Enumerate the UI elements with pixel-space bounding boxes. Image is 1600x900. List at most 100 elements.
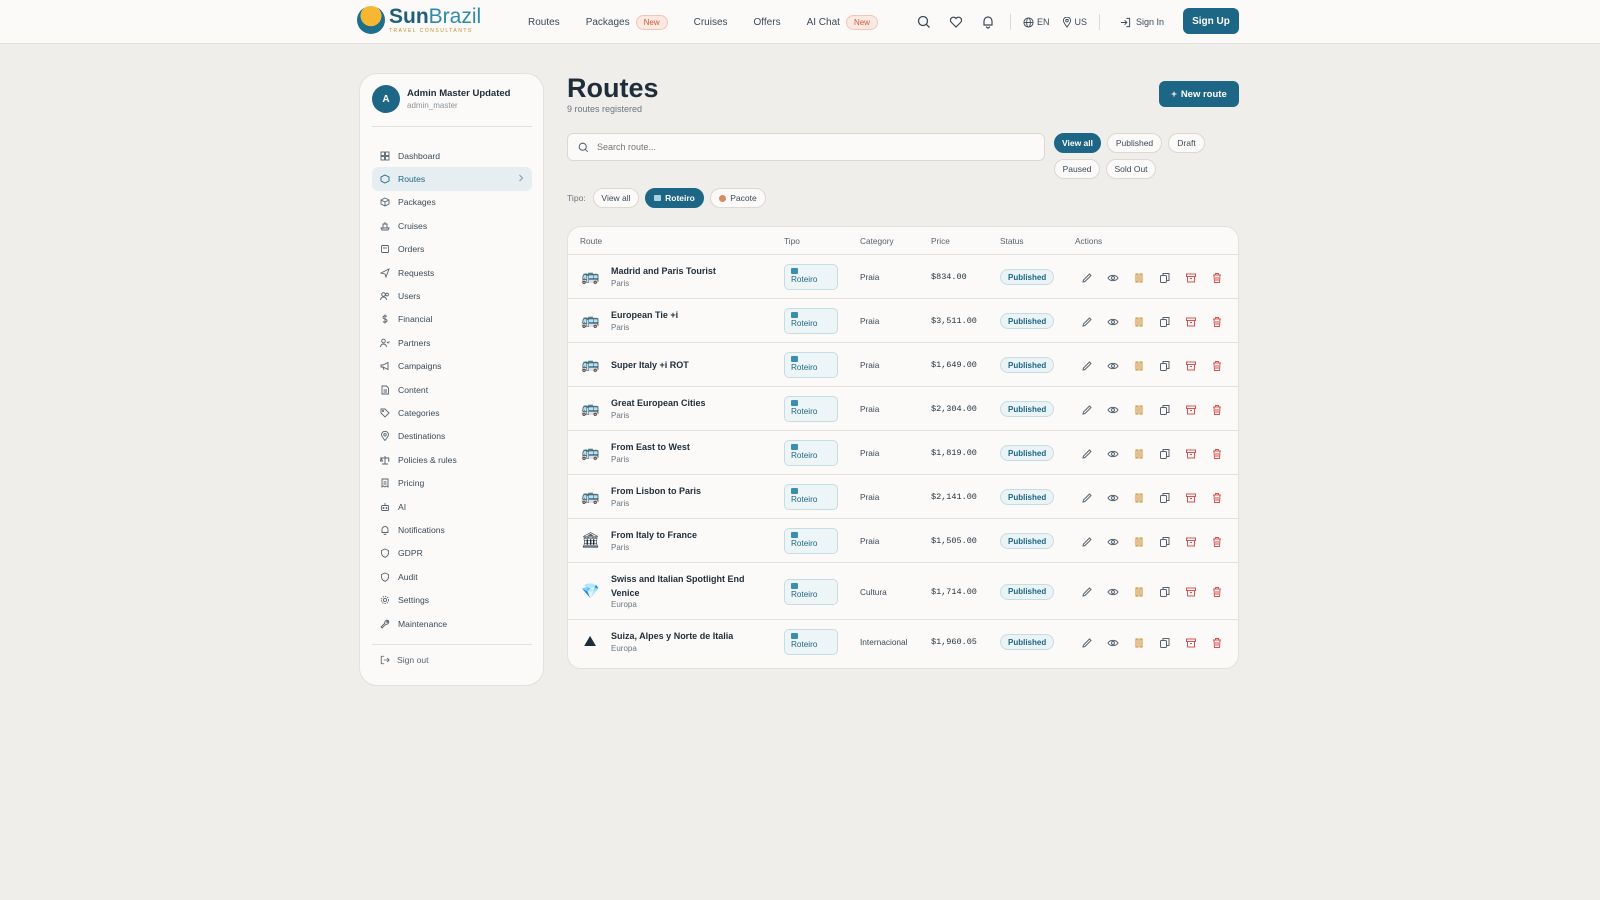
nav-cruises[interactable]: Cruises [694, 17, 728, 28]
archive-icon[interactable] [1184, 447, 1197, 460]
table-row[interactable]: 🚌 European Tie +i Paris Roteiro Praia $3,511.… [568, 299, 1238, 343]
archive-icon[interactable] [1184, 315, 1197, 328]
sidebar-item-dashboard[interactable]: Dashboard [372, 144, 532, 167]
table-row[interactable]: 💎 Swiss and Italian Spotlight End Venice E… [568, 563, 1238, 620]
pause-icon[interactable] [1132, 586, 1145, 599]
pause-icon[interactable] [1132, 315, 1145, 328]
route-name[interactable]: From Italy to France [611, 528, 751, 542]
delete-icon[interactable] [1210, 535, 1223, 548]
edit-icon[interactable] [1080, 447, 1093, 460]
pause-icon[interactable] [1132, 535, 1145, 548]
edit-icon[interactable] [1080, 403, 1093, 416]
sidebar-item-policies-rules[interactable]: Policies & rules [372, 448, 532, 471]
delete-icon[interactable] [1210, 271, 1223, 284]
duplicate-icon[interactable] [1158, 636, 1171, 649]
pause-icon[interactable] [1132, 491, 1145, 504]
sidebar-item-routes[interactable]: Routes [372, 167, 532, 191]
nav-offers[interactable]: Offers [754, 17, 781, 28]
sidebar-item-maintenance[interactable]: Maintenance [372, 612, 532, 635]
delete-icon[interactable] [1210, 403, 1223, 416]
pause-icon[interactable] [1132, 636, 1145, 649]
table-row[interactable]: 🏛 From Italy to France Paris Roteiro Praia $1… [568, 519, 1238, 563]
sidebar-item-cruises[interactable]: Cruises [372, 214, 532, 237]
pause-icon[interactable] [1132, 271, 1145, 284]
tipo-filter-view-all[interactable]: View all [593, 188, 639, 208]
duplicate-icon[interactable] [1158, 315, 1171, 328]
duplicate-icon[interactable] [1158, 535, 1171, 548]
delete-icon[interactable] [1210, 636, 1223, 649]
heart-icon[interactable] [940, 0, 972, 44]
view-icon[interactable] [1106, 586, 1119, 599]
route-name[interactable]: European Tie +i [611, 308, 751, 322]
view-icon[interactable] [1106, 491, 1119, 504]
table-row[interactable]: 🚌 Super Italy +i ROT Roteiro Praia $1,649.00… [568, 343, 1238, 387]
edit-icon[interactable] [1080, 586, 1093, 599]
sidebar-item-settings[interactable]: Settings [372, 588, 532, 611]
view-icon[interactable] [1106, 359, 1119, 372]
route-name[interactable]: Super Italy +i ROT [611, 358, 751, 372]
route-name[interactable]: Swiss and Italian Spotlight End Venice [611, 572, 751, 600]
sidebar-item-pricing[interactable]: Pricing [372, 471, 532, 494]
duplicate-icon[interactable] [1158, 271, 1171, 284]
archive-icon[interactable] [1184, 491, 1197, 504]
route-name[interactable]: Great European Cities [611, 396, 751, 410]
tipo-filter-roteiro[interactable]: Roteiro [645, 188, 704, 208]
sidebar-item-packages[interactable]: Packages [372, 191, 532, 214]
archive-icon[interactable] [1184, 636, 1197, 649]
pause-icon[interactable] [1132, 447, 1145, 460]
edit-icon[interactable] [1080, 535, 1093, 548]
edit-icon[interactable] [1080, 359, 1093, 372]
nav-ai-chat[interactable]: AI Chat New [807, 14, 878, 30]
region-selector[interactable]: US [1062, 16, 1087, 28]
view-icon[interactable] [1106, 271, 1119, 284]
sidebar-item-categories[interactable]: Categories [372, 401, 532, 424]
archive-icon[interactable] [1184, 535, 1197, 548]
edit-icon[interactable] [1080, 491, 1093, 504]
view-icon[interactable] [1106, 315, 1119, 328]
view-icon[interactable] [1106, 636, 1119, 649]
archive-icon[interactable] [1184, 403, 1197, 416]
sidebar-item-financial[interactable]: Financial [372, 308, 532, 331]
table-row[interactable]: 🚌 Madrid and Paris Tourist Paris Roteiro Pra… [568, 255, 1238, 299]
archive-icon[interactable] [1184, 271, 1197, 284]
new-route-button[interactable]: + New route [1159, 81, 1239, 107]
duplicate-icon[interactable] [1158, 586, 1171, 599]
edit-icon[interactable] [1080, 315, 1093, 328]
view-icon[interactable] [1106, 535, 1119, 548]
filter-draft[interactable]: Draft [1168, 133, 1205, 153]
signup-button[interactable]: Sign Up [1183, 8, 1239, 34]
tipo-filter-pacote[interactable]: Pacote [710, 188, 766, 208]
archive-icon[interactable] [1184, 586, 1197, 599]
table-row[interactable]: 🚌 Great European Cities Paris Roteiro Praia $… [568, 387, 1238, 431]
sidebar-item-destinations[interactable]: Destinations [372, 425, 532, 448]
route-name[interactable]: From East to West [611, 440, 751, 454]
sidebar-item-notifications[interactable]: Notifications [372, 518, 532, 541]
filter-paused[interactable]: Paused [1054, 159, 1100, 179]
sidebar-item-orders[interactable]: Orders [372, 238, 532, 261]
route-name[interactable]: Madrid and Paris Tourist [611, 264, 751, 278]
signout-button[interactable]: Sign out [380, 655, 429, 665]
duplicate-icon[interactable] [1158, 403, 1171, 416]
sidebar-item-content[interactable]: Content [372, 378, 532, 401]
filter-sold-out[interactable]: Sold Out [1106, 159, 1156, 179]
sidebar-item-users[interactable]: Users [372, 284, 532, 307]
filter-published[interactable]: Published [1107, 133, 1162, 153]
delete-icon[interactable] [1210, 315, 1223, 328]
sidebar-item-partners[interactable]: Partners [372, 331, 532, 354]
brand-logo[interactable]: SunBrazil TRAVEL CONSULTANTS [357, 6, 481, 34]
delete-icon[interactable] [1210, 447, 1223, 460]
route-name[interactable]: From Lisbon to Paris [611, 484, 751, 498]
route-name[interactable]: Suiza, Alpes y Norte de Italia [611, 629, 751, 643]
sidebar-item-ai[interactable]: AI [372, 495, 532, 518]
language-selector[interactable]: EN [1023, 16, 1050, 28]
table-row[interactable]: 🚌 From Lisbon to Paris Paris Roteiro Praia $2… [568, 475, 1238, 519]
duplicate-icon[interactable] [1158, 447, 1171, 460]
duplicate-icon[interactable] [1158, 359, 1171, 372]
archive-icon[interactable] [1184, 359, 1197, 372]
bell-icon[interactable] [972, 0, 1004, 44]
sidebar-item-audit[interactable]: Audit [372, 565, 532, 588]
nav-packages[interactable]: Packages New [586, 14, 668, 30]
sidebar-item-gdpr[interactable]: GDPR [372, 542, 532, 565]
search-input[interactable] [597, 142, 1027, 152]
edit-icon[interactable] [1080, 636, 1093, 649]
